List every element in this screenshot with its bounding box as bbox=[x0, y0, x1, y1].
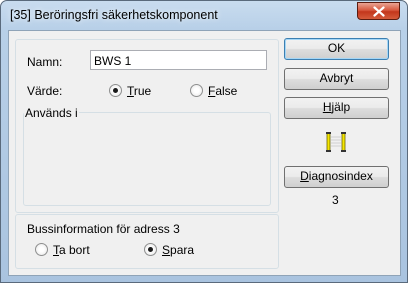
radio-remove-label-rest: a bort bbox=[59, 243, 90, 257]
used-in-group: Används i bbox=[23, 106, 271, 206]
radio-remove[interactable] bbox=[35, 243, 48, 256]
radio-save-label-rest: para bbox=[170, 243, 195, 257]
radio-remove-label[interactable]: Ta bort bbox=[53, 243, 90, 257]
radio-true-dot bbox=[113, 88, 118, 93]
bus-info-label: Bussinformation för adress 3 bbox=[27, 222, 180, 236]
help-button[interactable]: Hjälp bbox=[284, 97, 389, 119]
radio-save-label[interactable]: Spara bbox=[162, 243, 194, 257]
radio-true-label[interactable]: True bbox=[127, 84, 151, 98]
radio-save[interactable] bbox=[144, 243, 157, 256]
radio-false-label-rest: alse bbox=[215, 84, 238, 98]
name-field[interactable]: BWS 1 bbox=[90, 50, 267, 70]
radio-true[interactable] bbox=[109, 84, 122, 97]
diagnos-label-rest: iagnosindex bbox=[308, 169, 373, 183]
radio-save-dot bbox=[148, 247, 153, 252]
close-icon bbox=[373, 6, 385, 17]
name-label: Namn: bbox=[27, 55, 63, 69]
radio-true-mnemonic: T bbox=[127, 84, 134, 98]
help-label-rest: jälp bbox=[331, 100, 351, 114]
dialog-window: [35] Beröringsfri säkerhetskomponent Nam… bbox=[0, 0, 408, 283]
dialog-body: Namn: BWS 1 Värde: True False Används i … bbox=[8, 30, 401, 276]
radio-save-mnemonic: S bbox=[162, 243, 171, 257]
ok-button[interactable]: OK bbox=[284, 38, 389, 60]
value-label: Värde: bbox=[27, 84, 63, 98]
title-bar[interactable]: [35] Beröringsfri säkerhetskomponent bbox=[1, 1, 407, 29]
safety-component-icon bbox=[326, 132, 346, 152]
close-button[interactable] bbox=[357, 2, 400, 20]
used-in-label: Används i bbox=[24, 106, 79, 120]
radio-false-label[interactable]: False bbox=[208, 84, 237, 98]
properties-group: Namn: BWS 1 Värde: True False Används i bbox=[15, 39, 279, 213]
cancel-button[interactable]: Avbryt bbox=[284, 68, 389, 90]
window-title: [35] Beröringsfri säkerhetskomponent bbox=[10, 8, 218, 22]
radio-true-label-rest: rue bbox=[133, 84, 152, 98]
diagnos-index-value: 3 bbox=[332, 193, 339, 207]
diagnos-mnemonic: D bbox=[300, 169, 309, 183]
diagnos-index-button[interactable]: Diagnosindex bbox=[284, 166, 389, 188]
radio-false[interactable] bbox=[190, 84, 203, 97]
bus-info-group: Bussinformation för adress 3 Ta bort Spa… bbox=[15, 214, 279, 269]
